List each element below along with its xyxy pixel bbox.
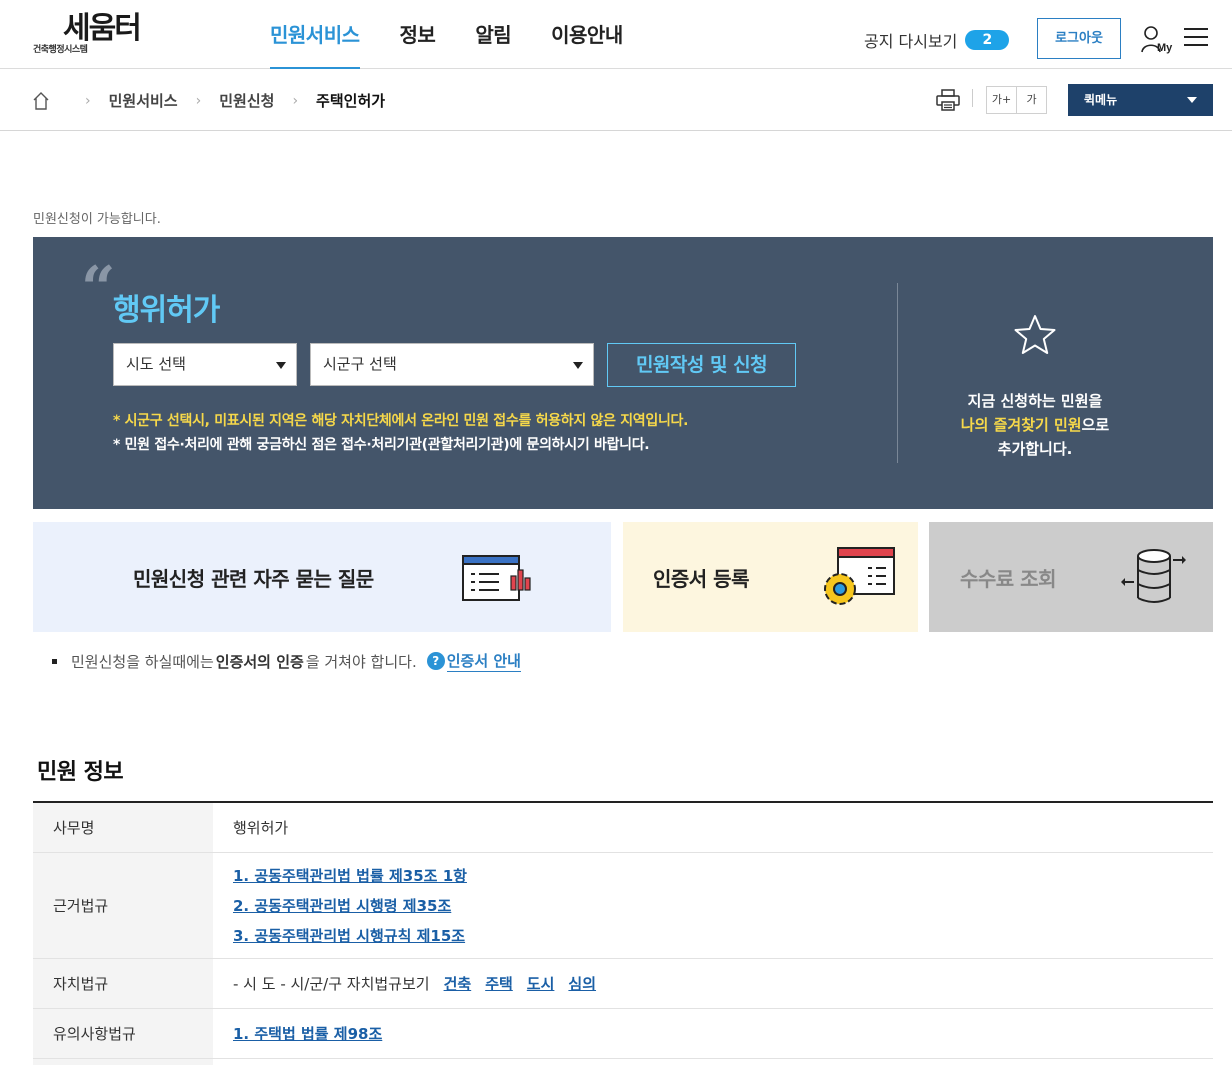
caret-down-icon [1187, 97, 1197, 103]
service-name: 행위허가 [233, 819, 289, 837]
table-row: 자치법규 - 시 도 - 시/군/구 자치법규보기 건축 주택 도시 심의 [33, 959, 1213, 1009]
notice-replay[interactable]: 공지 다시보기 2 [864, 28, 1010, 52]
certificate-card[interactable]: 인증서 등록 [623, 522, 918, 632]
local-law-link-review[interactable]: 심의 [568, 969, 596, 999]
font-larger-button[interactable]: 가+ [986, 86, 1017, 114]
caret-down-icon [276, 362, 286, 369]
breadcrumb-item-civil-service[interactable]: 민원서비스 [109, 90, 178, 111]
certificate-note-prefix: 민원신청을 하실때에는 [71, 652, 214, 671]
print-icon[interactable] [936, 89, 960, 111]
faq-card-label: 민원신청 관련 자주 묻는 질문 [133, 567, 374, 591]
sigungu-select-label: 시군구 선택 [323, 355, 397, 373]
law-link[interactable]: 3. 공동주택관리법 시행규칙 제15조 [233, 921, 1213, 951]
apply-button[interactable]: 민원작성 및 신청 [607, 343, 796, 387]
certificate-card-label: 인증서 등록 [653, 567, 749, 591]
favorite-line-1: 지금 신청하는 민원을 [967, 392, 1103, 410]
breadcrumb: › 민원서비스 › 민원신청 › 주택인허가 [33, 90, 385, 111]
sigungu-select[interactable]: 시군구 선택 [310, 343, 594, 386]
chevron-right-icon: › [195, 92, 202, 109]
application-panel: “ 행위허가 시도 선택 시군구 선택 민원작성 및 신청 * 시군구 선택시,… [33, 237, 1213, 509]
nav-notice[interactable]: 알림 [475, 0, 511, 69]
fee-card[interactable]: 수수료 조회 [929, 522, 1213, 632]
table-row: 근거법규 1. 공동주택관리법 법률 제35조 1항 2. 공동주택관리법 시행… [33, 853, 1213, 959]
quick-menu-label: 퀵메뉴 [1084, 93, 1118, 107]
notice-replay-label: 공지 다시보기 [864, 32, 958, 51]
table-row: 사무명 행위허가 [33, 803, 1213, 853]
favorite-line-2: 나의 즐겨찾기 민원으로 [913, 413, 1157, 437]
region-warning-note: * 시군구 선택시, 미표시된 지역은 해당 자치단체에서 온라인 민원 접수를… [113, 413, 689, 429]
row-value [213, 1059, 1213, 1065]
certificate-note-bold: 인증서의 인증 [215, 652, 304, 671]
divider [972, 89, 973, 107]
logo-subtitle: 건축행정시스템 [33, 45, 88, 55]
certificate-gear-icon [824, 547, 895, 605]
chevron-right-icon: › [292, 92, 299, 109]
table-row: 유의사항법규 1. 주택법 법률 제98조 [33, 1009, 1213, 1059]
certificate-note: 민원신청을 하실때에는 인증서의 인증 을 거쳐야 합니다. ? 인증서 안내 [52, 650, 521, 672]
nav-civil-service[interactable]: 민원서비스 [270, 0, 360, 69]
inquiry-note: * 민원 접수·처리에 관해 궁금하신 점은 접수·처리기관(관할처리기관)에 … [113, 437, 650, 453]
logo-brand-text: 세움터 [63, 11, 142, 46]
panel-title: 행위허가 [113, 293, 220, 328]
caret-down-icon [573, 362, 583, 369]
star-icon[interactable] [1012, 313, 1058, 357]
main-nav: 민원서비스 정보 알림 이용안내 [270, 0, 663, 69]
sido-select-label: 시도 선택 [126, 355, 186, 373]
faq-card[interactable]: 민원신청 관련 자주 묻는 질문 [33, 522, 611, 632]
row-value: 1. 공동주택관리법 법률 제35조 1항 2. 공동주택관리법 시행령 제35… [213, 853, 1213, 958]
faq-document-chart-icon [462, 555, 531, 601]
caution-law-link[interactable]: 1. 주택법 법률 제98조 [233, 1019, 1213, 1049]
section-title: 민원 정보 [37, 760, 124, 785]
logout-button[interactable]: 로그아웃 [1037, 18, 1121, 59]
certificate-note-suffix: 을 거쳐야 합니다. [305, 652, 417, 671]
row-value: - 시 도 - 시/군/구 자치법규보기 건축 주택 도시 심의 [213, 959, 1213, 1008]
breadcrumb-item-application[interactable]: 민원신청 [219, 90, 274, 111]
nav-info[interactable]: 정보 [400, 0, 436, 69]
divider [897, 283, 898, 463]
favorite-line-3: 추가합니다. [997, 440, 1073, 458]
font-normal-button[interactable]: 가 [1016, 86, 1047, 114]
breadcrumb-item-current: 주택인허가 [316, 92, 386, 110]
favorite-description: 지금 신청하는 민원을 나의 즐겨찾기 민원으로 추가합니다. [913, 389, 1157, 461]
law-link[interactable]: 2. 공동주택관리법 시행령 제35조 [233, 891, 1213, 921]
row-label: 유의사항법규 [33, 1009, 213, 1058]
local-law-link-building[interactable]: 건축 [444, 969, 472, 999]
row-value: 행위허가 [213, 803, 1213, 852]
row-label [33, 1059, 213, 1065]
nav-guide[interactable]: 이용안내 [551, 0, 623, 69]
intro-text: 민원신청이 가능합니다. [33, 212, 161, 227]
site-logo[interactable]: 세움터 건축행정시스템 [33, 12, 168, 56]
row-value: 1. 주택법 법률 제98조 [213, 1009, 1213, 1058]
chevron-right-icon: › [85, 92, 91, 109]
quote-icon: “ [81, 254, 116, 324]
local-law-link-housing[interactable]: 주택 [485, 969, 513, 999]
notice-count-badge: 2 [965, 30, 1010, 50]
favorite-suffix: 으로 [1081, 416, 1110, 434]
row-label: 근거법규 [33, 853, 213, 958]
local-law-text: - 시 도 - 시/군/구 자치법규보기 [233, 975, 430, 993]
quick-menu-select[interactable]: 퀵메뉴 [1068, 84, 1213, 116]
site-header: 세움터 건축행정시스템 민원서비스 정보 알림 이용안내 공지 다시보기 2 로… [0, 0, 1232, 69]
fee-database-icon [1121, 549, 1186, 603]
question-icon[interactable]: ? [426, 652, 445, 670]
row-label: 사무명 [33, 803, 213, 852]
fee-card-label: 수수료 조회 [960, 567, 1056, 591]
breadcrumb-bar: › 민원서비스 › 민원신청 › 주택인허가 가+ 가 퀵메뉴 [0, 69, 1232, 131]
certificate-guide-link[interactable]: 인증서 안내 [446, 650, 521, 672]
civil-info-table: 사무명 행위허가 근거법규 1. 공동주택관리법 법률 제35조 1항 2. 공… [33, 801, 1213, 1065]
hamburger-menu-icon[interactable] [1184, 28, 1208, 48]
table-row [33, 1059, 1213, 1065]
law-link[interactable]: 1. 공동주택관리법 법률 제35조 1항 [233, 861, 1213, 891]
my-page-icon[interactable]: My [1141, 24, 1173, 54]
row-label: 자치법규 [33, 959, 213, 1008]
my-label: My [1157, 42, 1173, 54]
favorite-highlight: 나의 즐겨찾기 민원 [960, 416, 1082, 434]
sido-select[interactable]: 시도 선택 [113, 343, 297, 386]
home-icon[interactable] [33, 91, 49, 110]
local-law-link-city[interactable]: 도시 [527, 969, 555, 999]
bullet-icon [52, 658, 57, 664]
font-size-controls: 가+ 가 [986, 86, 1047, 114]
